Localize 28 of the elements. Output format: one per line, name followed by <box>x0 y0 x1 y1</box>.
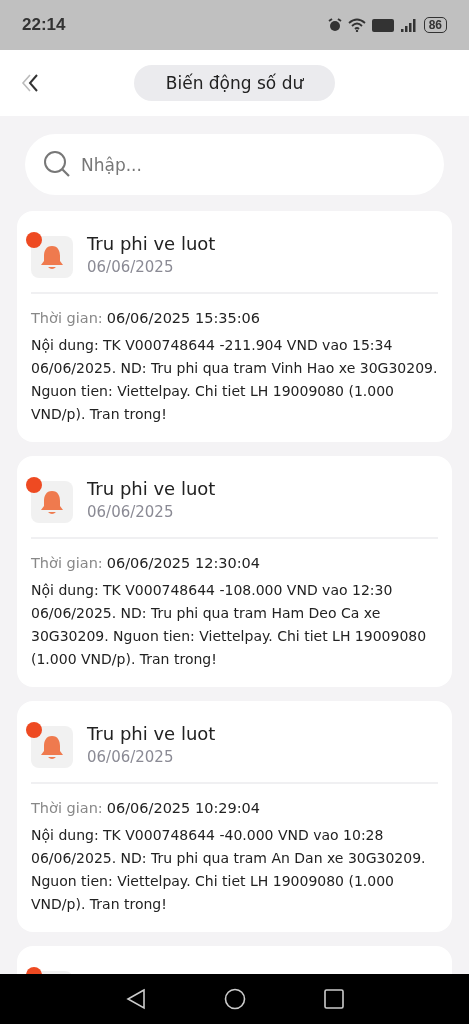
time-label: Thời gian: <box>31 555 103 571</box>
notification-date: 06/06/2025 <box>87 258 175 276</box>
notification-title: Tru phi ve luot <box>87 233 216 254</box>
signal-icon <box>399 18 418 32</box>
time-label: Thời gian: <box>31 800 103 816</box>
status-time: 22:14 <box>22 15 66 35</box>
time-value: 06/06/2025 12:30:04 <box>106 555 261 571</box>
notification-icon <box>31 481 73 523</box>
notification-icon <box>31 236 73 278</box>
battery-level: 86 <box>423 17 447 33</box>
notification-date: 06/06/2025 <box>87 748 175 766</box>
notification-content: Nội dung: TK V000748644 -211.904 VND vao 15:34 06/06/2025. ND: Tru phi qua tram Vinh Hao xe 30G30209. Nguon tien: Viettelpay. Chi tiet LH 19009080 (1.000 VND/p). Tran trong! <box>31 336 438 424</box>
time-value: 06/06/2025 15:35:06 <box>106 310 261 326</box>
notification-title: Tru phi ve luot <box>87 723 216 744</box>
notification-content: Nội dung: TK V000748644 -108.000 VND vao 12:30 06/06/2025. ND: Tru phi qua tram Ham Deo Ca xe 30G30209. Nguon tien: Viettelpay. Chi tiet LH 19009080 (1.000 VND/p). Tran trong! <box>31 581 428 669</box>
notification-date: 06/06/2025 <box>87 503 175 521</box>
back-nav-icon[interactable] <box>125 988 146 1010</box>
recents-nav-icon[interactable] <box>323 989 344 1009</box>
notification-content: Nội dung: TK V000748644 -40.000 VND vao 10:28 06/06/2025. ND: Tru phi qua tram An Dan xe 30G30209. Nguon tien: Viettelpay. Chi tiet LH 19009080 (1.000 VND/p). Tran trong! <box>31 826 427 914</box>
time-label: Thời gian: <box>31 310 103 326</box>
wifi-icon <box>347 18 366 32</box>
alarm-icon <box>327 18 342 32</box>
home-nav-icon[interactable] <box>223 988 246 1010</box>
notification-title: Tru phi ve luot <box>87 478 216 499</box>
time-value: 06/06/2025 10:29:04 <box>106 800 261 816</box>
page-title: Biến động số dư <box>133 65 336 101</box>
search-field[interactable]: Nhập... <box>25 134 444 195</box>
notification-icon <box>31 726 73 768</box>
